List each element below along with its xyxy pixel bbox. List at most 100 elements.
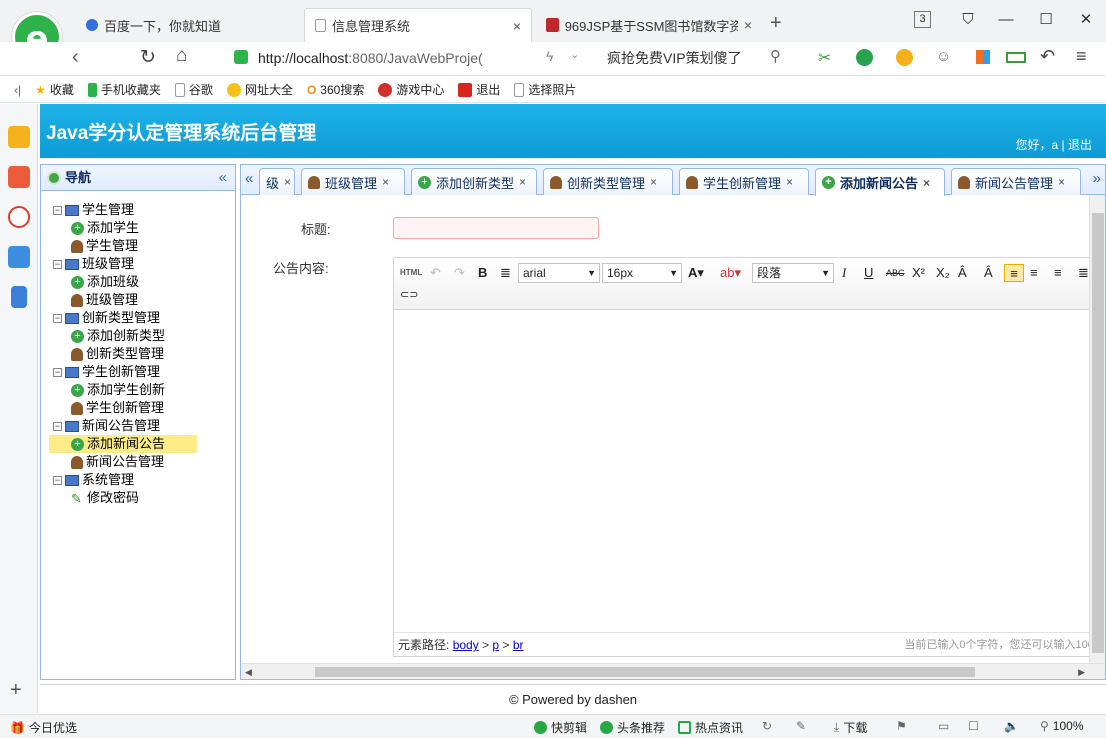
bookmark-nav[interactable]: 网址大全 bbox=[226, 81, 293, 98]
horizontal-scrollbar[interactable]: ◀ ▶ bbox=[241, 663, 1105, 679]
content-tab[interactable]: 新闻公告管理 × bbox=[951, 168, 1081, 195]
browser-tab-baidu[interactable]: 百度一下，你就知道 bbox=[76, 8, 300, 42]
tab-scroll-left-icon[interactable]: « bbox=[245, 170, 253, 187]
collapse-node-icon[interactable]: − bbox=[53, 475, 62, 485]
undo-icon[interactable]: ↶ bbox=[1040, 46, 1055, 67]
chevron-down-icon[interactable]: ⌄ bbox=[570, 48, 579, 61]
content-tab[interactable]: 级 × bbox=[259, 168, 295, 195]
collapse-node-icon[interactable]: − bbox=[53, 421, 62, 431]
font-color-icon[interactable]: A▾ bbox=[688, 264, 704, 282]
download-button[interactable]: ⤓ 下载 bbox=[834, 719, 867, 736]
scissors-icon[interactable]: ✂ bbox=[818, 48, 831, 68]
align-center-icon[interactable]: ≡ bbox=[1030, 264, 1038, 282]
content-tab[interactable]: 学生创新管理 × bbox=[679, 168, 809, 195]
nav-item[interactable]: 班级管理 bbox=[71, 291, 138, 309]
nav-group[interactable]: − 学生管理 bbox=[53, 201, 134, 219]
strikethrough-icon[interactable]: ABC bbox=[886, 264, 905, 282]
bold-icon[interactable]: B bbox=[478, 264, 487, 282]
game-icon[interactable]: ☺ bbox=[936, 48, 951, 65]
nav-item[interactable]: + 添加学生 bbox=[71, 219, 139, 237]
bookmark-exit[interactable]: 退出 bbox=[458, 81, 500, 98]
clear-format-icon[interactable]: Â bbox=[958, 264, 967, 282]
content-tab[interactable]: 班级管理 × bbox=[301, 168, 405, 195]
mail-icon[interactable] bbox=[8, 246, 30, 268]
content-tab[interactable]: 创新类型管理 × bbox=[543, 168, 673, 195]
home-icon[interactable]: ⌂ bbox=[176, 45, 187, 67]
volume-icon[interactable]: 🔈 bbox=[1004, 719, 1019, 733]
nav-group[interactable]: − 系统管理 bbox=[53, 471, 134, 489]
reload-icon[interactable]: ↻ bbox=[140, 46, 156, 69]
document-icon[interactable] bbox=[11, 286, 27, 308]
rich-text-editor[interactable]: HTML ↶ ↷ B ≣ arial ▼ 16px ▼ A▾ ab▾ 段落 ▼ I U… bbox=[393, 257, 1105, 657]
nav-item[interactable]: ✎ 修改密码 bbox=[71, 489, 139, 507]
nav-group[interactable]: − 班级管理 bbox=[53, 255, 134, 273]
news-icon[interactable] bbox=[8, 166, 30, 188]
close-tab-icon[interactable]: × bbox=[923, 176, 930, 190]
underline-icon[interactable]: U bbox=[864, 264, 873, 282]
apps-icon[interactable] bbox=[976, 50, 990, 64]
align-justify-icon[interactable]: ≣ bbox=[1078, 264, 1089, 282]
close-tab-icon[interactable]: × bbox=[284, 175, 291, 189]
nav-group[interactable]: − 学生创新管理 bbox=[53, 363, 160, 381]
bookmark-photos[interactable]: 选择照片 bbox=[514, 81, 576, 98]
new-tab-button[interactable]: + bbox=[770, 12, 782, 35]
bookmark-games[interactable]: 游戏中心 bbox=[378, 81, 444, 98]
collapse-nav-icon[interactable]: « bbox=[219, 165, 227, 191]
collapse-node-icon[interactable]: − bbox=[53, 313, 62, 323]
status-hot-news[interactable]: 热点资讯 bbox=[678, 719, 743, 736]
auto-format-icon[interactable]: Â bbox=[984, 264, 993, 282]
flag-icon[interactable]: ⚑ bbox=[896, 719, 907, 733]
browser-tab-active[interactable]: 信息管理系统 × bbox=[304, 8, 532, 42]
horizontal-scroll-thumb[interactable] bbox=[315, 667, 975, 677]
nav-item[interactable]: + 添加班级 bbox=[71, 273, 139, 291]
nav-group[interactable]: − 创新类型管理 bbox=[53, 309, 160, 327]
maximize-icon[interactable]: ☐ bbox=[1034, 8, 1058, 32]
close-tab-icon[interactable]: × bbox=[519, 175, 526, 189]
coin-icon[interactable] bbox=[896, 49, 913, 66]
zoom-control[interactable]: ⚲ 100% bbox=[1040, 719, 1084, 733]
vertical-scroll-thumb[interactable] bbox=[1092, 213, 1104, 653]
nav-item[interactable]: + 添加新闻公告 bbox=[49, 435, 197, 453]
tab-count-badge[interactable]: 3 bbox=[914, 11, 931, 28]
nav-item[interactable]: + 添加学生创新 bbox=[71, 381, 165, 399]
menu-icon[interactable]: ≡ bbox=[1076, 46, 1087, 67]
status-quick-cut[interactable]: 快剪辑 bbox=[534, 719, 587, 736]
path-item-p[interactable]: p bbox=[492, 638, 499, 652]
bookmark-google[interactable]: 谷歌 bbox=[174, 81, 213, 98]
italic-icon[interactable]: I bbox=[842, 264, 846, 282]
close-tab-icon[interactable]: × bbox=[1058, 175, 1065, 189]
screen-icon[interactable]: ☐ bbox=[968, 719, 979, 733]
font-family-select[interactable]: arial ▼ bbox=[518, 263, 600, 283]
sidebar-toggle-icon[interactable]: ‹| bbox=[14, 83, 21, 97]
path-item-br[interactable]: br bbox=[513, 638, 524, 652]
vertical-scrollbar[interactable] bbox=[1089, 195, 1105, 665]
close-tab-icon[interactable]: × bbox=[650, 175, 657, 189]
bookmark-360search[interactable]: O 360搜索 bbox=[307, 81, 364, 98]
nav-item[interactable]: 新闻公告管理 bbox=[71, 453, 164, 471]
link-icon[interactable]: ⊂⊃ bbox=[400, 286, 418, 304]
content-tab[interactable]: + 添加创新类型 × bbox=[411, 168, 537, 195]
superscript-icon[interactable]: X² bbox=[912, 264, 925, 282]
html-source-button[interactable]: HTML bbox=[400, 264, 422, 282]
collapse-node-icon[interactable]: − bbox=[53, 367, 62, 377]
align-left-icon[interactable]: ≡ bbox=[1004, 264, 1024, 282]
paragraph-select[interactable]: 段落 ▼ bbox=[752, 263, 834, 283]
favorites-star-icon[interactable] bbox=[8, 126, 30, 148]
refresh-status-icon[interactable]: ↻ bbox=[762, 719, 772, 733]
collapse-node-icon[interactable]: − bbox=[53, 205, 62, 215]
pin-icon[interactable]: ✎ bbox=[796, 719, 806, 733]
promo-text[interactable]: 疯抢免费VIP策划傻了 bbox=[607, 48, 742, 68]
close-tab-icon[interactable]: × bbox=[513, 18, 521, 34]
close-tab-icon[interactable]: × bbox=[786, 175, 793, 189]
daily-picks[interactable]: 🎁 今日优选 bbox=[10, 719, 77, 736]
status-headlines[interactable]: 头条推荐 bbox=[600, 719, 665, 736]
title-input[interactable] bbox=[393, 217, 599, 239]
highlight-icon[interactable]: ab▾ bbox=[720, 264, 741, 282]
font-size-select[interactable]: 16px ▼ bbox=[602, 263, 682, 283]
format-icon[interactable]: ≣ bbox=[500, 264, 511, 282]
align-right-icon[interactable]: ≡ bbox=[1054, 264, 1062, 282]
collapse-node-icon[interactable]: − bbox=[53, 259, 62, 269]
redo-icon[interactable]: ↷ bbox=[454, 264, 465, 282]
battery-icon[interactable] bbox=[1006, 52, 1026, 63]
minimize-icon[interactable]: — bbox=[994, 8, 1018, 32]
